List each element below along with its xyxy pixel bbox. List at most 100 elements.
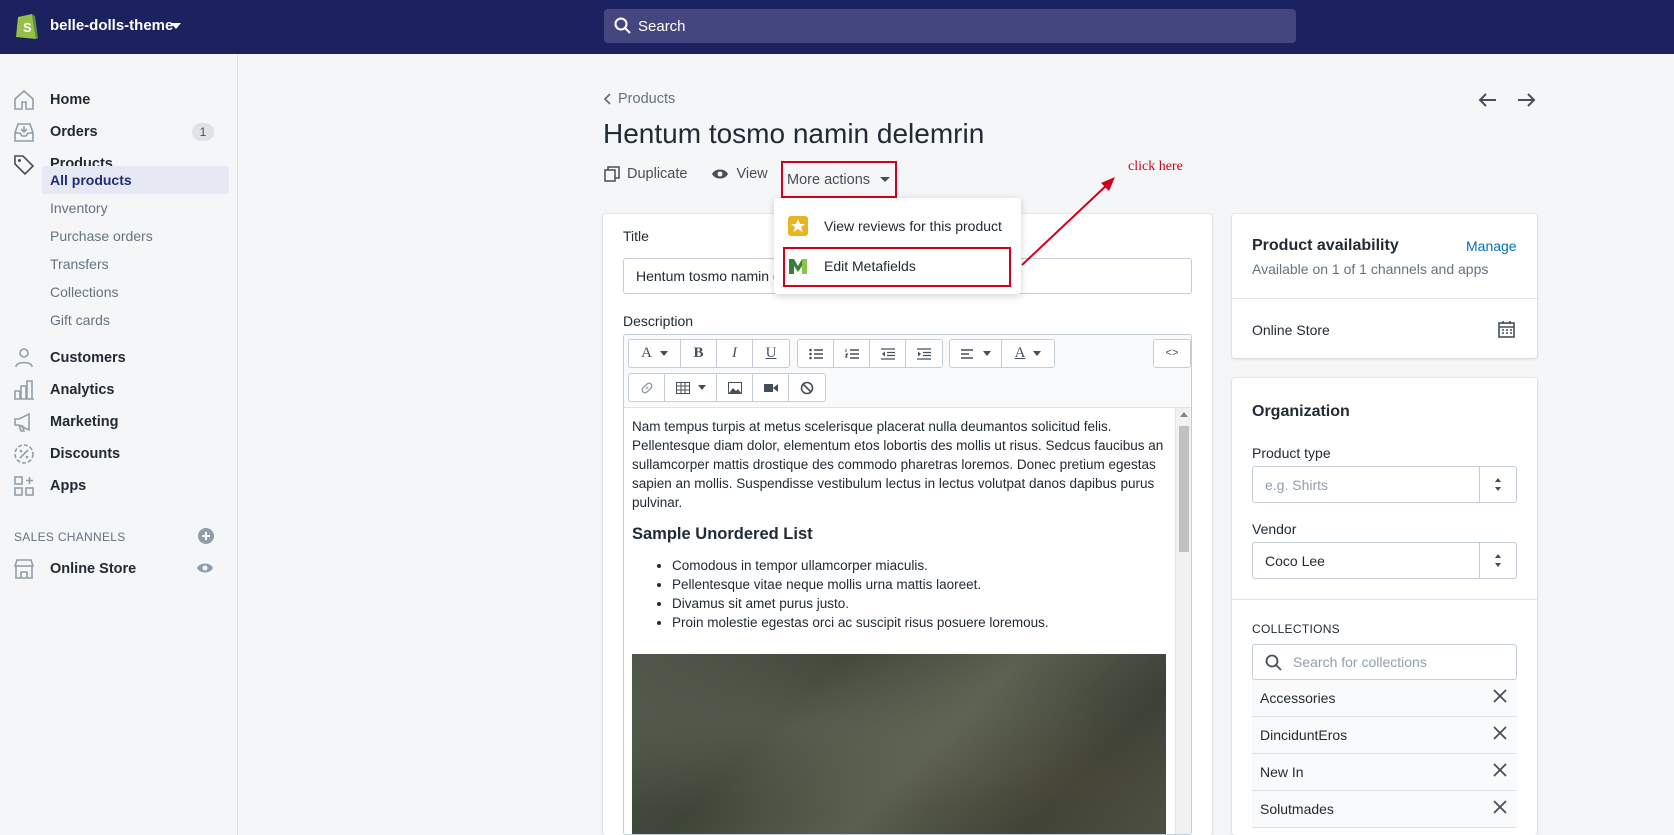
editor-toolbar: A B I U A <> bbox=[624, 335, 1191, 408]
align-left-icon bbox=[960, 348, 973, 359]
sidebar-item-apps[interactable]: Apps bbox=[12, 472, 226, 500]
outdent-button[interactable] bbox=[870, 340, 906, 367]
sidebar-subitem-purchase-orders[interactable]: Purchase orders bbox=[42, 222, 229, 250]
view-button[interactable]: View bbox=[711, 166, 768, 182]
sidebar-item-label: Analytics bbox=[50, 382, 115, 398]
description-paragraph: Nam tempus turpis at metus scelerisque p… bbox=[632, 419, 1164, 510]
organization-title: Organization bbox=[1252, 403, 1350, 420]
description-image[interactable] bbox=[632, 654, 1166, 834]
bold-button[interactable]: B bbox=[681, 340, 717, 367]
underline-button[interactable]: U bbox=[753, 340, 789, 367]
eye-icon[interactable] bbox=[196, 561, 214, 575]
duplicate-icon bbox=[604, 166, 620, 182]
clear-formatting-button[interactable] bbox=[789, 374, 825, 401]
text-color-button[interactable]: A bbox=[1002, 340, 1054, 367]
remove-collection-x-icon[interactable] bbox=[1493, 800, 1507, 814]
sidebar-subitem-all-products[interactable]: All products bbox=[42, 166, 229, 194]
sidebar-item-label: Orders bbox=[50, 124, 98, 140]
edit-metafields-highlight-box bbox=[783, 247, 1011, 287]
product-type-select[interactable]: e.g. Shirts bbox=[1252, 466, 1517, 503]
bullet-list-button[interactable] bbox=[798, 340, 834, 367]
star-icon bbox=[788, 216, 808, 236]
store-name[interactable]: belle-dolls-theme bbox=[50, 17, 173, 34]
insert-link-button[interactable] bbox=[629, 374, 665, 401]
collections-search[interactable] bbox=[1252, 644, 1517, 680]
sidebar-item-analytics[interactable]: Analytics bbox=[12, 376, 226, 404]
text-color-glyph: A bbox=[1014, 345, 1026, 361]
calendar-icon[interactable] bbox=[1498, 320, 1515, 338]
scroll-thumb[interactable] bbox=[1179, 426, 1189, 552]
duplicate-button[interactable]: Duplicate bbox=[604, 166, 687, 182]
editor-content[interactable]: Nam tempus turpis at metus scelerisque p… bbox=[624, 408, 1173, 834]
collection-name: Accessories bbox=[1260, 690, 1336, 706]
breadcrumb[interactable]: Products bbox=[604, 91, 675, 107]
more-actions-button[interactable]: More actions bbox=[781, 161, 897, 198]
collections-search-input[interactable] bbox=[1293, 645, 1508, 679]
insert-video-button[interactable] bbox=[753, 374, 789, 401]
vendor-select[interactable]: Coco Lee bbox=[1252, 542, 1517, 579]
top-bar: S belle-dolls-theme bbox=[0, 0, 1674, 54]
bar-chart-icon bbox=[14, 380, 34, 400]
shopify-logo-icon[interactable]: S bbox=[14, 11, 40, 41]
sidebar-subitem-inventory[interactable]: Inventory bbox=[42, 194, 229, 222]
select-arrows-icon bbox=[1479, 467, 1516, 502]
scroll-up-arrow-icon[interactable] bbox=[1180, 412, 1188, 417]
sidebar-item-label: Marketing bbox=[50, 414, 119, 430]
product-type-label: Product type bbox=[1252, 445, 1331, 461]
breadcrumb-products-link[interactable]: Products bbox=[618, 91, 675, 107]
add-channel-plus-icon[interactable] bbox=[198, 528, 214, 544]
sidebar-item-label: Online Store bbox=[50, 561, 137, 577]
vendor-value: Coco Lee bbox=[1265, 553, 1325, 569]
next-product-arrow-icon[interactable] bbox=[1514, 88, 1538, 112]
sidebar-item-online-store[interactable]: Online Store bbox=[12, 555, 226, 583]
remove-collection-x-icon[interactable] bbox=[1493, 726, 1507, 740]
collection-row: New In bbox=[1252, 754, 1517, 791]
sidebar-item-marketing[interactable]: Marketing bbox=[12, 408, 226, 436]
person-icon bbox=[15, 348, 33, 368]
sidebar-item-customers[interactable]: Customers bbox=[12, 344, 226, 372]
html-group: <> bbox=[1153, 339, 1191, 368]
search-input[interactable] bbox=[638, 9, 1278, 43]
list-item: Divamus sit amet purus justo. bbox=[672, 594, 1165, 613]
indent-button[interactable] bbox=[906, 340, 942, 367]
align-button[interactable] bbox=[950, 340, 1002, 367]
duplicate-label: Duplicate bbox=[627, 166, 688, 182]
sidebar-subitem-collections[interactable]: Collections bbox=[42, 278, 229, 306]
collection-row: DinciduntEros bbox=[1252, 717, 1517, 754]
description-editor[interactable]: A B I U A <> Nam tempus turpis at metus … bbox=[623, 334, 1192, 835]
description-list: Comodous in tempor ullamcorper miaculis.… bbox=[672, 556, 1165, 632]
sidebar-item-orders[interactable]: Orders 1 bbox=[12, 118, 226, 146]
italic-button[interactable]: I bbox=[717, 340, 753, 367]
search-bar[interactable] bbox=[604, 9, 1296, 43]
clear-formatting-icon bbox=[800, 381, 814, 394]
remove-collection-x-icon[interactable] bbox=[1493, 689, 1507, 703]
video-icon bbox=[763, 383, 778, 392]
insert-table-button[interactable] bbox=[665, 374, 717, 401]
font-style-button[interactable]: A bbox=[629, 340, 681, 367]
show-html-button[interactable]: <> bbox=[1154, 340, 1190, 367]
annotation-arrow bbox=[1021, 177, 1115, 266]
dropdown-item-label: View reviews for this product bbox=[824, 218, 1002, 234]
insert-image-button[interactable] bbox=[717, 374, 753, 401]
manage-link[interactable]: Manage bbox=[1466, 238, 1517, 254]
sidebar-subitem-gift-cards[interactable]: Gift cards bbox=[42, 306, 229, 334]
dropdown-item-view-reviews[interactable]: View reviews for this product bbox=[774, 206, 1021, 246]
sidebar-subitem-transfers[interactable]: Transfers bbox=[42, 250, 229, 278]
numbered-list-button[interactable] bbox=[834, 340, 870, 367]
remove-collection-x-icon[interactable] bbox=[1493, 763, 1507, 777]
sidebar-item-discounts[interactable]: Discounts bbox=[12, 440, 226, 468]
collection-name: New In bbox=[1260, 764, 1304, 780]
editor-scrollbar[interactable] bbox=[1175, 408, 1191, 834]
collection-row: Solutmades bbox=[1252, 791, 1517, 828]
eye-icon bbox=[712, 169, 729, 179]
collections-label: COLLECTIONS bbox=[1252, 622, 1340, 636]
more-actions-label: More actions bbox=[787, 171, 871, 188]
sales-channels-label: SALES CHANNELS bbox=[14, 530, 126, 544]
chevron-left-icon bbox=[604, 93, 611, 105]
link-icon bbox=[640, 381, 653, 394]
outdent-icon bbox=[880, 347, 895, 360]
description-heading: Sample Unordered List bbox=[632, 525, 813, 543]
sidebar-item-home[interactable]: Home bbox=[12, 86, 226, 114]
previous-product-arrow-icon[interactable] bbox=[1476, 88, 1500, 112]
store-caret-icon[interactable] bbox=[171, 23, 181, 29]
